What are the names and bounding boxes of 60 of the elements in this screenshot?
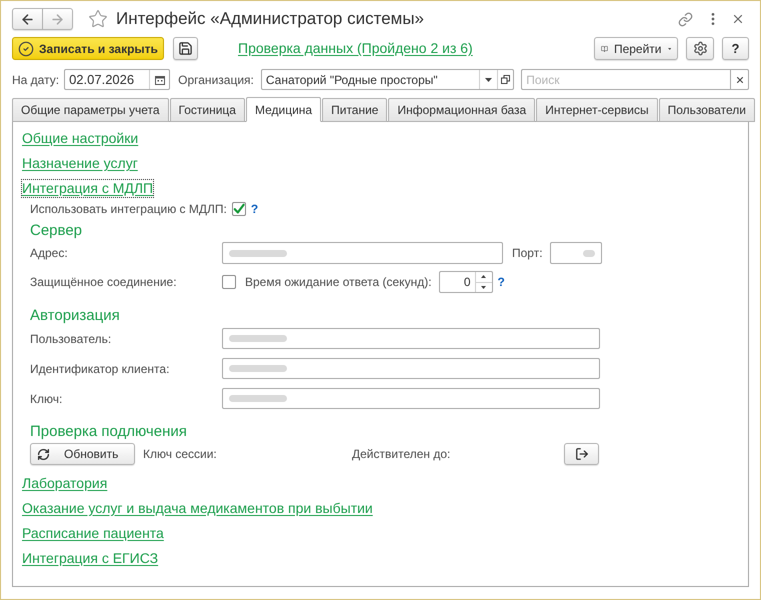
settings-button[interactable] xyxy=(686,37,714,60)
date-field[interactable]: 02.07.2026 xyxy=(64,69,170,90)
valid-until-label: Действителен до: xyxy=(352,446,450,463)
window-title: Интерфейс «Администратор системы» xyxy=(116,8,424,30)
field-label: Ключ: xyxy=(30,392,62,406)
section-heading: Сервер xyxy=(30,220,82,241)
timeout-field[interactable]: 0 xyxy=(438,271,493,293)
forward-arrow-icon xyxy=(50,12,65,26)
close-icon[interactable] xyxy=(731,12,745,26)
caret-up-icon xyxy=(481,275,486,278)
help-button[interactable]: ? xyxy=(722,37,749,60)
section-heading: Авторизация xyxy=(30,306,120,326)
exit-icon xyxy=(574,447,588,461)
link-icon[interactable] xyxy=(678,12,693,26)
port-field[interactable] xyxy=(550,242,602,264)
tab[interactable]: Интернет-сервисы xyxy=(536,98,658,122)
goto-button[interactable]: Перейти xyxy=(594,37,678,60)
text-field[interactable] xyxy=(222,388,600,409)
checkbox[interactable] xyxy=(232,202,246,216)
tab[interactable]: Гостиница xyxy=(170,98,245,122)
dropdown-arrow-icon[interactable] xyxy=(485,78,492,82)
caret-down-icon xyxy=(668,46,671,50)
tab[interactable]: Медицина xyxy=(246,97,322,122)
clear-button[interactable] xyxy=(730,69,750,90)
field-label: Пользователь: xyxy=(30,332,112,346)
clear-icon xyxy=(734,74,745,84)
session-key-label: Ключ сессии: xyxy=(143,447,217,461)
save-button[interactable] xyxy=(173,37,198,60)
date-label: На дату: xyxy=(12,72,60,88)
save-and-close-button[interactable]: Записать и закрыть xyxy=(12,37,164,60)
checkbox[interactable] xyxy=(222,275,236,289)
field-label: Идентификатор клиента: xyxy=(30,362,170,376)
refresh-button[interactable]: Обновить xyxy=(30,443,135,465)
organization-label: Организация: xyxy=(178,72,254,88)
address-field[interactable] xyxy=(222,242,503,264)
overlapping-squares-icon[interactable] xyxy=(501,75,510,84)
tab[interactable]: Общие параметры учета xyxy=(12,98,169,122)
logout-button[interactable] xyxy=(564,443,599,465)
timeout-label: Время ожидание ответа (секунд): xyxy=(245,274,432,291)
secure-connection-label: Защищённое соединение: xyxy=(30,275,177,289)
help-link[interactable]: ? xyxy=(250,202,258,216)
check-circle-icon xyxy=(18,40,34,56)
tab[interactable]: Пользователи xyxy=(658,98,755,122)
back-button[interactable] xyxy=(12,8,43,30)
section-heading: Проверка подлючения xyxy=(30,422,187,442)
calendar-icon[interactable] xyxy=(154,74,165,84)
text-field[interactable] xyxy=(222,328,600,349)
caret-down-icon xyxy=(481,286,486,289)
tab[interactable]: Информационная база xyxy=(388,98,536,122)
refresh-icon xyxy=(37,448,50,460)
settings-icon xyxy=(692,41,708,56)
star-icon[interactable] xyxy=(88,9,108,29)
use-integration-label: Использовать интеграцию с МДЛП: xyxy=(30,200,227,218)
organization-field[interactable]: Санаторий "Родные просторы" xyxy=(260,69,514,90)
tab[interactable]: Питание xyxy=(322,98,388,122)
port-label: Порт: xyxy=(512,245,543,262)
text-field[interactable] xyxy=(222,358,600,379)
help-link[interactable]: ? xyxy=(498,275,505,289)
address-label: Адрес: xyxy=(30,246,68,260)
search-field[interactable]: Поиск xyxy=(521,69,730,90)
